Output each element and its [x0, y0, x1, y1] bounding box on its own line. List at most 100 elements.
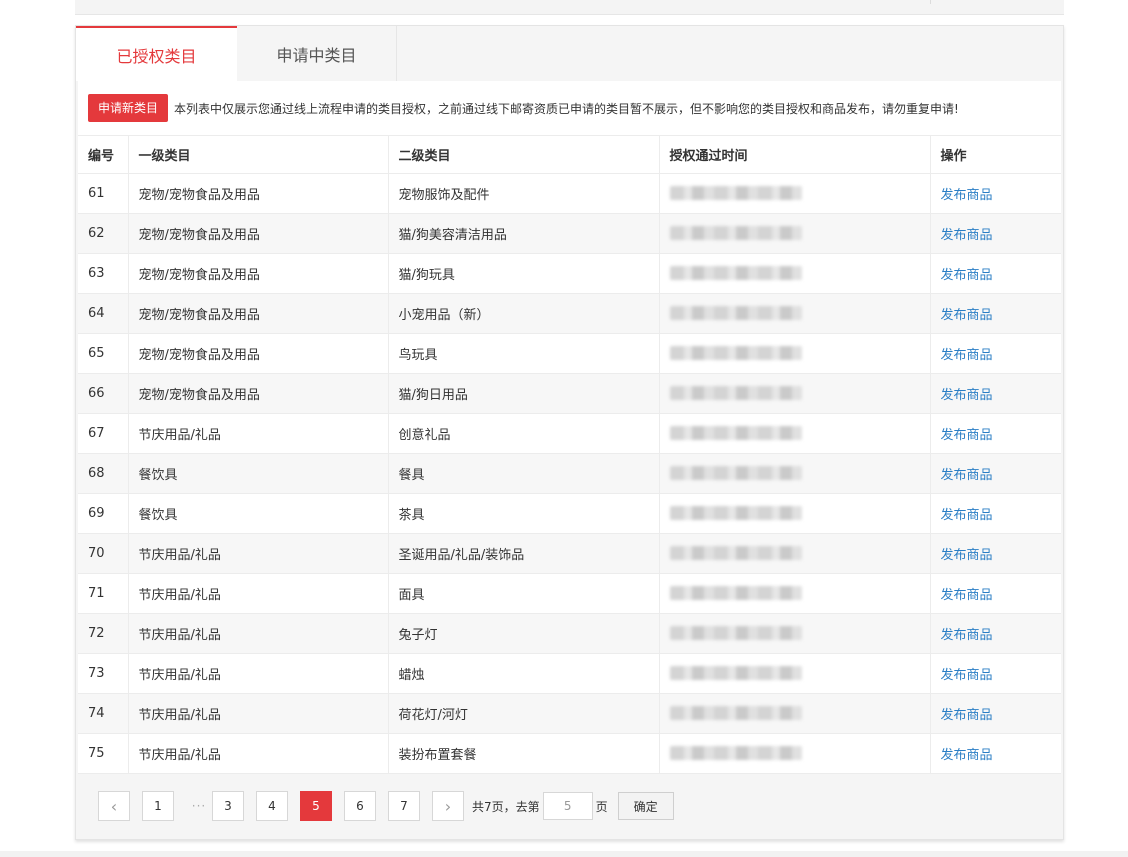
- redacted-time: [669, 746, 802, 760]
- cell-id: 66: [78, 373, 129, 414]
- cell-cat1: 餐饮具: [128, 453, 389, 494]
- page-button-6[interactable]: 6: [344, 791, 376, 821]
- cell-cat2: 茶具: [388, 493, 660, 534]
- tab-applying[interactable]: 申请中类目: [237, 26, 397, 81]
- table-row: 62 宠物/宠物食品及用品 猫/狗美容清洁用品 发布商品: [78, 213, 1061, 254]
- top-strip: [75, 0, 1064, 15]
- redacted-time: [669, 586, 802, 600]
- category-panel: 已授权类目 申请中类目 申请新类目 本列表中仅展示您通过线上流程申请的类目授权，…: [75, 25, 1064, 840]
- page-button-3[interactable]: 3: [212, 791, 244, 821]
- publish-product-link[interactable]: 发布商品: [941, 468, 993, 483]
- cell-auth-time: [659, 693, 931, 734]
- cell-cat2: 圣诞用品/礼品/装饰品: [388, 533, 660, 574]
- cell-cat1: 宠物/宠物食品及用品: [128, 293, 389, 334]
- publish-product-link[interactable]: 发布商品: [941, 668, 993, 683]
- cell-auth-time: [659, 653, 931, 694]
- header-cat2: 二级类目: [388, 136, 660, 174]
- publish-product-link[interactable]: 发布商品: [941, 388, 993, 403]
- cell-cat1: 宠物/宠物食品及用品: [128, 333, 389, 374]
- table-row: 74 节庆用品/礼品 荷花灯/河灯 发布商品: [78, 693, 1061, 734]
- table-row: 61 宠物/宠物食品及用品 宠物服饰及配件 发布商品: [78, 173, 1061, 214]
- publish-product-link[interactable]: 发布商品: [941, 428, 993, 443]
- page-jump-input[interactable]: [542, 792, 593, 820]
- table-row: 68 餐饮具 餐具 发布商品: [78, 453, 1061, 494]
- cell-id: 69: [78, 493, 129, 534]
- cell-id: 62: [78, 213, 129, 254]
- cell-auth-time: [659, 173, 931, 214]
- next-page-button[interactable]: ›: [432, 791, 464, 821]
- notice-text: 本列表中仅展示您通过线上流程申请的类目授权，之前通过线下邮寄资质已申请的类目暂不…: [174, 101, 959, 116]
- table-row: 75 节庆用品/礼品 装扮布置套餐 发布商品: [78, 733, 1061, 774]
- pagination: ‹ 1 ··· 3 4 5 6 7 › 共7页，去第 页 确定: [98, 791, 674, 821]
- redacted-time: [669, 466, 802, 480]
- publish-product-link[interactable]: 发布商品: [941, 348, 993, 363]
- redacted-time: [669, 626, 802, 640]
- page-button-7[interactable]: 7: [388, 791, 420, 821]
- cell-cat1: 宠物/宠物食品及用品: [128, 253, 389, 294]
- redacted-time: [669, 186, 802, 200]
- publish-product-link[interactable]: 发布商品: [941, 188, 993, 203]
- cell-id: 74: [78, 693, 129, 734]
- publish-product-link[interactable]: 发布商品: [941, 228, 993, 243]
- redacted-time: [669, 666, 802, 680]
- publish-product-link[interactable]: 发布商品: [941, 268, 993, 283]
- publish-product-link[interactable]: 发布商品: [941, 508, 993, 523]
- cell-auth-time: [659, 573, 931, 614]
- cell-id: 61: [78, 173, 129, 214]
- redacted-time: [669, 346, 802, 360]
- cell-auth-time: [659, 733, 931, 774]
- header-cat1: 一级类目: [128, 136, 389, 174]
- tab-bar: 已授权类目 申请中类目: [76, 26, 397, 81]
- table-row: 70 节庆用品/礼品 圣诞用品/礼品/装饰品 发布商品: [78, 533, 1061, 574]
- cell-cat2: 猫/狗玩具: [388, 253, 660, 294]
- publish-product-link[interactable]: 发布商品: [941, 588, 993, 603]
- tab-authorized[interactable]: 已授权类目: [76, 26, 237, 81]
- cell-action: 发布商品: [930, 173, 1061, 214]
- top-strip-divider: [930, 0, 931, 4]
- prev-page-button[interactable]: ‹: [98, 791, 130, 821]
- publish-product-link[interactable]: 发布商品: [941, 308, 993, 323]
- cell-cat2: 兔子灯: [388, 613, 660, 654]
- cell-cat2: 宠物服饰及配件: [388, 173, 660, 214]
- cell-action: 发布商品: [930, 413, 1061, 454]
- cell-cat1: 节庆用品/礼品: [128, 413, 389, 454]
- cell-cat1: 节庆用品/礼品: [128, 613, 389, 654]
- apply-category-button[interactable]: 申请新类目: [88, 94, 169, 122]
- page-button-5-current[interactable]: 5: [300, 791, 332, 821]
- cell-action: 发布商品: [930, 253, 1061, 294]
- cell-auth-time: [659, 493, 931, 534]
- redacted-time: [669, 706, 802, 720]
- publish-product-link[interactable]: 发布商品: [941, 628, 993, 643]
- publish-product-link[interactable]: 发布商品: [941, 548, 993, 563]
- cell-cat2: 蜡烛: [388, 653, 660, 694]
- cell-auth-time: [659, 253, 931, 294]
- cell-cat2: 餐具: [388, 453, 660, 494]
- notice-bar: 申请新类目 本列表中仅展示您通过线上流程申请的类目授权，之前通过线下邮寄资质已申…: [78, 81, 1061, 136]
- table-row: 71 节庆用品/礼品 面具 发布商品: [78, 573, 1061, 614]
- category-table: 编号 一级类目 二级类目 授权通过时间 操作 61 宠物/宠物食品及用品 宠物服饰及…: [78, 136, 1061, 774]
- cell-cat2: 鸟玩具: [388, 333, 660, 374]
- publish-product-link[interactable]: 发布商品: [941, 748, 993, 763]
- page-button-1[interactable]: 1: [142, 791, 174, 821]
- table-header-row: 编号 一级类目 二级类目 授权通过时间 操作: [78, 136, 1061, 174]
- publish-product-link[interactable]: 发布商品: [941, 708, 993, 723]
- page-button-4[interactable]: 4: [256, 791, 288, 821]
- cell-cat1: 节庆用品/礼品: [128, 733, 389, 774]
- redacted-time: [669, 426, 802, 440]
- page-confirm-button[interactable]: 确定: [617, 792, 674, 820]
- cell-cat1: 宠物/宠物食品及用品: [128, 373, 389, 414]
- cell-auth-time: [659, 533, 931, 574]
- cell-cat1: 节庆用品/礼品: [128, 693, 389, 734]
- cell-action: 发布商品: [930, 573, 1061, 614]
- cell-auth-time: [659, 373, 931, 414]
- cell-cat2: 猫/狗日用品: [388, 373, 660, 414]
- cell-auth-time: [659, 413, 931, 454]
- cell-cat2: 面具: [388, 573, 660, 614]
- table-row: 65 宠物/宠物食品及用品 鸟玩具 发布商品: [78, 333, 1061, 374]
- cell-auth-time: [659, 213, 931, 254]
- redacted-time: [669, 226, 802, 240]
- chevron-left-icon: ‹: [110, 796, 118, 816]
- redacted-time: [669, 306, 802, 320]
- cell-action: 发布商品: [930, 333, 1061, 374]
- cell-action: 发布商品: [930, 213, 1061, 254]
